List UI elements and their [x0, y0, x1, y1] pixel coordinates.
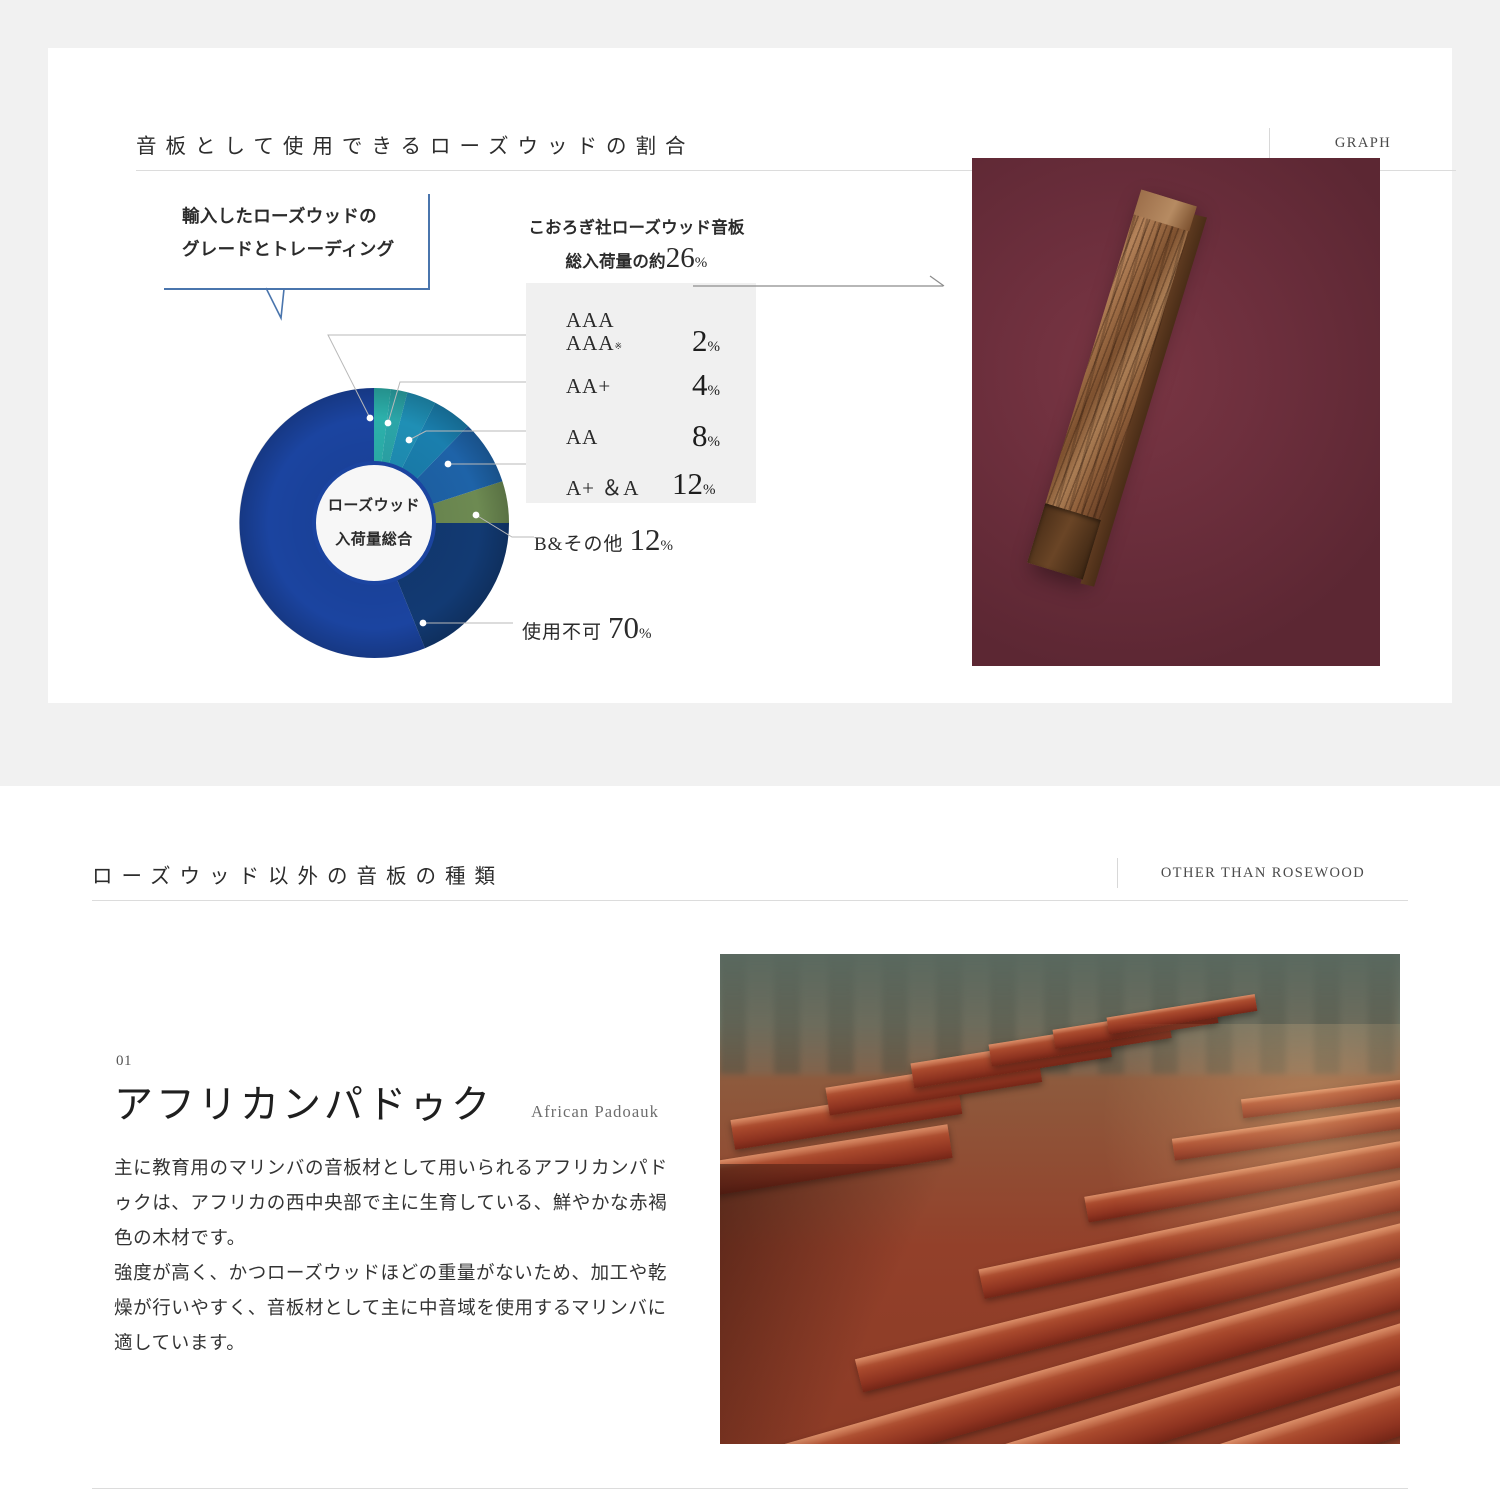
legend-grade: AA: [566, 425, 599, 449]
callout-pointer-icon: [265, 287, 285, 321]
outside-label-unit: %: [639, 626, 653, 642]
callout-line-1: 輸入したローズウッドの: [182, 206, 377, 226]
donut-svg: [239, 388, 510, 658]
header-rule-other: [92, 900, 1408, 901]
legend-value: 2%: [692, 323, 720, 359]
outside-label-value: 70: [608, 610, 640, 645]
callout-text: 輸入したローズウッドの グレードとトレーディング: [182, 200, 394, 266]
legend-value-unit: %: [707, 383, 721, 399]
legend-row: AAA AAA※ 2%: [566, 309, 772, 359]
legend-heading: こおろぎ社ローズウッド音板 総入荷量の約26%: [514, 213, 759, 278]
section-title-other: ローズウッド以外の音板の種類: [92, 866, 504, 888]
section-header-other: ローズウッド以外の音板の種類 OTHER THAN ROSEWOOD: [92, 856, 1408, 898]
legend-heading-value: 26: [665, 242, 695, 274]
item-title-ja: アフリカンパドゥク: [114, 1084, 494, 1127]
legend-grade-mark: ※: [614, 341, 623, 351]
legend-value-number: 2: [692, 323, 708, 358]
legend-heading-line1: こおろぎ社ローズウッド音板: [528, 218, 745, 237]
legend-row: A+ ＆A 12%: [566, 466, 772, 501]
photo2-shadow: [720, 1164, 970, 1444]
item-body: 主に教育用のマリンバの音板材として用いられるアフリカンパドゥクは、アフリカの西中…: [114, 1152, 680, 1362]
callout-line-2: グレードとトレーディング: [182, 239, 395, 259]
section-eyebrow-graph: GRAPH: [1334, 134, 1392, 151]
legend-value-number: 12: [672, 466, 703, 501]
item-title-row: アフリカンパドゥク African Padoauk: [114, 1081, 659, 1130]
donut-outside-label-b-other: B&その他 12%: [534, 522, 674, 558]
legend-value-number: 4: [692, 367, 708, 402]
legend-box: AAA AAA※ 2% AA+ 4% AA 8% A+ ＆A 12%: [526, 283, 756, 503]
rosewood-bar-photo: [972, 158, 1380, 666]
legend-value: 8%: [692, 418, 720, 454]
outside-label-text: B&その他: [534, 534, 624, 555]
photo2-highlight: [1100, 1024, 1400, 1354]
legend-heading-prefix: 総入荷量の約: [565, 252, 666, 271]
legend-rows: AAA AAA※ 2% AA+ 4% AA 8% A+ ＆A 12%: [526, 283, 756, 503]
legend-heading-unit: %: [694, 255, 708, 271]
legend-row: AA 8%: [566, 418, 772, 453]
outside-label-unit: %: [660, 538, 674, 554]
legend-value: 12%: [672, 466, 716, 502]
callout-box: 輸入したローズウッドの グレードとトレーディング: [164, 194, 430, 321]
outside-label-text: 使用不可: [522, 622, 603, 643]
donut-chart: ローズウッド 入荷量総合: [234, 382, 514, 664]
legend-value: 4%: [692, 367, 720, 403]
item-number: 01: [116, 1053, 132, 1069]
item-body-paragraph-2: 強度が高く、かつローズウッドほどの重量がないため、加工や乾燥が行いやすく、音板材…: [114, 1264, 667, 1354]
legend-heading-line2: 総入荷量の約26%: [514, 243, 759, 278]
eyebrow-group: OTHER THAN ROSEWOOD: [1117, 858, 1408, 898]
legend-grade-line2: AAA: [566, 331, 615, 355]
legend-value-number: 8: [692, 418, 708, 453]
legend-grade: AA+: [566, 374, 612, 398]
graph-card: 音板として使用できるローズウッドの割合 GRAPH 輸入したローズウッドの グレ…: [48, 48, 1456, 703]
section-eyebrow-other: OTHER THAN ROSEWOOD: [1160, 864, 1366, 881]
legend-grade: AAA AAA※: [566, 309, 622, 358]
marimba-photo: [720, 954, 1400, 1444]
outside-label-value: 12: [629, 522, 661, 557]
item-body-paragraph-1: 主に教育用のマリンバの音板材として用いられるアフリカンパドゥクは、アフリカの西中…: [114, 1159, 668, 1249]
footer-rule: [92, 1488, 1408, 1489]
page-title: 音板として使用できるローズウッドの割合: [136, 136, 695, 158]
legend-row: AA+ 4%: [566, 367, 772, 402]
legend-value-unit: %: [703, 482, 716, 498]
legend-grade: A+ ＆A: [566, 476, 640, 500]
item-title-en: African Padoauk: [531, 1102, 660, 1121]
legend-value-unit: %: [707, 434, 721, 450]
donut-outside-label-unusable: 使用不可 70%: [522, 610, 653, 646]
legend-grade-line1: AAA: [566, 308, 615, 332]
callout-border-right: [428, 194, 430, 288]
legend-value-unit: %: [707, 339, 721, 355]
